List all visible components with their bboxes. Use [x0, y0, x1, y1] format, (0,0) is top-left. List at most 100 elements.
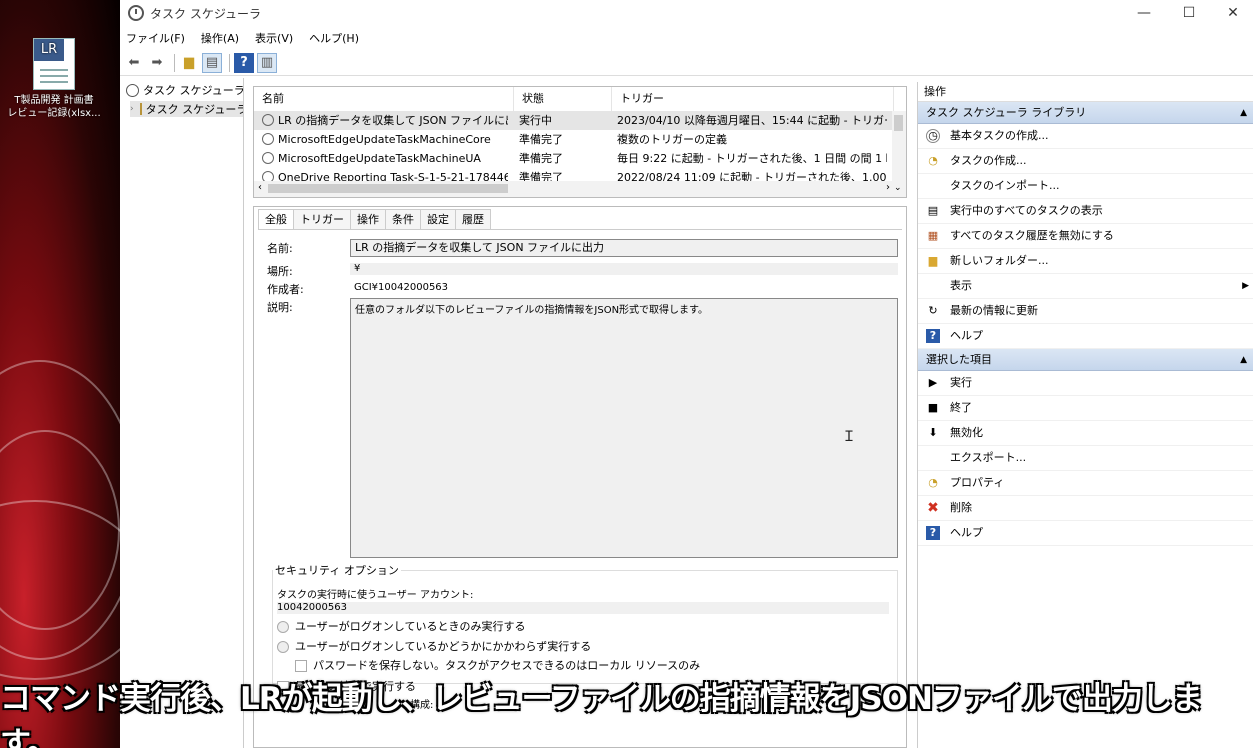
navigation-tree: タスク スケジューラ (ロ › タスク スケジューラ: [120, 78, 244, 748]
table-row[interactable]: MicrosoftEdgeUpdateTaskMachineCore 準備完了 …: [254, 130, 894, 149]
action-refresh[interactable]: ↻ 最新の情報に更新: [918, 299, 1253, 324]
action-new-folder[interactable]: ▆ 新しいフォルダー...: [918, 249, 1253, 274]
vertical-scrollbar[interactable]: ⌄: [892, 111, 906, 197]
task-detail-panel: 全般 トリガー 操作 条件 設定 履歴 名前: LR の指摘データを収集して J…: [253, 206, 907, 748]
tab-settings[interactable]: 設定: [420, 209, 456, 229]
action-label: 基本タスクの作成...: [950, 129, 1049, 142]
task-name: OneDrive Reporting Task-S-1-5-21-178446.…: [278, 171, 508, 182]
radio-button[interactable]: [277, 621, 289, 633]
action-help-selected[interactable]: ? ヘルプ: [918, 521, 1253, 546]
radio-button[interactable]: [277, 641, 289, 653]
stop-icon: ■: [927, 401, 939, 414]
action-view[interactable]: 表示 ▶: [918, 274, 1253, 299]
task-trigger: 複数のトリガーの定義: [617, 133, 727, 146]
actions-title: 操作: [918, 82, 1253, 102]
menu-file[interactable]: ファイル(F): [126, 30, 185, 46]
chevron-left-icon[interactable]: ‹: [258, 182, 262, 193]
text-cursor-icon: Ｉ: [842, 429, 856, 445]
horizontal-scrollbar[interactable]: ‹ ›: [254, 181, 894, 197]
desktop-file-icon[interactable]: LR T製品開発 計画書 レビュー記録(xlsx...: [4, 38, 104, 120]
tab-history[interactable]: 履歴: [455, 209, 491, 229]
maximize-button[interactable]: ☐: [1166, 0, 1212, 26]
forward-arrow-icon[interactable]: ➡: [147, 53, 167, 73]
action-export[interactable]: エクスポート...: [918, 446, 1253, 471]
action-disable[interactable]: ⬇ 無効化: [918, 421, 1253, 446]
table-row[interactable]: OneDrive Reporting Task-S-1-5-21-178446.…: [254, 168, 894, 182]
action-show-running-tasks[interactable]: ▤ 実行中のすべてのタスクの表示: [918, 199, 1253, 224]
delete-x-icon: ✖: [927, 500, 939, 516]
show-hide-action-pane-icon[interactable]: ▥: [257, 52, 277, 73]
task-name: MicrosoftEdgeUpdateTaskMachineUA: [278, 152, 481, 165]
action-import-task[interactable]: タスクのインポート...: [918, 174, 1253, 199]
radio-logon-any[interactable]: ユーザーがログオンしているかどうかにかかわらず実行する: [277, 638, 591, 654]
column-header-trigger[interactable]: トリガー: [612, 87, 894, 111]
back-arrow-icon[interactable]: ⬅: [124, 53, 144, 73]
minimize-button[interactable]: —: [1121, 0, 1167, 26]
radio-logon-only-label: ユーザーがログオンしているときのみ実行する: [295, 620, 526, 633]
task-trigger: 2022/08/24 11:09 に起動 - トリガーされた後、1.00:00:…: [617, 171, 887, 182]
down-arrow-icon: ⬇: [928, 426, 938, 439]
name-field[interactable]: LR の指摘データを収集して JSON ファイルに出力: [350, 239, 898, 257]
column-header-name[interactable]: 名前: [254, 87, 514, 111]
help-icon: ?: [926, 526, 940, 540]
task-clock-icon: [262, 114, 274, 126]
scroll-thumb[interactable]: [894, 115, 903, 131]
author-label: 作成者:: [267, 283, 304, 296]
library-section-header[interactable]: タスク スケジューラ ライブラリ ▲: [918, 102, 1253, 124]
title-bar[interactable]: タスク スケジューラ — ☐ ✕: [120, 0, 1253, 26]
action-label: 実行中のすべてのタスクの表示: [950, 204, 1103, 217]
tree-library-item[interactable]: › タスク スケジューラ: [130, 101, 243, 117]
selected-item-section-header[interactable]: 選択した項目 ▲: [918, 349, 1253, 371]
tab-triggers[interactable]: トリガー: [293, 209, 351, 229]
action-end[interactable]: ■ 終了: [918, 396, 1253, 421]
task-status: 実行中: [519, 114, 552, 127]
column-header-status[interactable]: 状態: [514, 87, 612, 111]
checkbox[interactable]: [295, 660, 307, 672]
lr-file-icon: LR: [33, 38, 75, 90]
description-field[interactable]: 任意のフォルダ以下のレビューファイルの指摘情報をJSON形式で取得します。: [350, 298, 898, 558]
action-properties[interactable]: ◔ プロパティ: [918, 471, 1253, 496]
lr-badge: LR: [34, 39, 64, 61]
menu-action[interactable]: 操作(A): [201, 30, 239, 46]
action-delete[interactable]: ✖ 削除: [918, 496, 1253, 521]
task-trigger: 2023/04/10 以降毎週月曜日、15:44 に起動 - トリガーの: [617, 114, 887, 127]
menu-view[interactable]: 表示(V): [255, 30, 293, 46]
action-label: 終了: [950, 401, 972, 414]
video-caption: コマンド実行後、LRが起動し、レビューファイルの指摘情報をJSONファイルで出力…: [0, 681, 1203, 748]
checkbox-no-password[interactable]: パスワードを保存しない。タスクがアクセスできるのはローカル リソースのみ: [295, 657, 700, 673]
show-hide-tree-icon[interactable]: ▤: [202, 52, 222, 73]
chevron-right-icon[interactable]: ›: [130, 104, 134, 114]
collapse-arrow-icon[interactable]: ▲: [1240, 349, 1247, 371]
clock-icon: [126, 83, 139, 97]
tree-root-item[interactable]: タスク スケジューラ (ロ: [126, 82, 243, 98]
menu-help[interactable]: ヘルプ(H): [309, 30, 359, 46]
tab-actions[interactable]: 操作: [350, 209, 386, 229]
table-row[interactable]: LR の指摘データを収集して JSON ファイルに出力 実行中 2023/04/…: [254, 111, 894, 130]
action-create-task[interactable]: ◔ タスクの作成...: [918, 149, 1253, 174]
clock-icon: [128, 5, 144, 21]
close-button[interactable]: ✕: [1210, 0, 1253, 26]
action-run[interactable]: ▶ 実行: [918, 371, 1253, 396]
submenu-arrow-icon: ▶: [1242, 281, 1249, 291]
action-disable-history[interactable]: ▦ すべてのタスク履歴を無効にする: [918, 224, 1253, 249]
collapse-arrow-icon[interactable]: ▲: [1240, 102, 1247, 124]
task-trigger: 毎日 9:22 に起動 - トリガーされた後、1 日間 の間 1 時間: [617, 152, 887, 165]
help-icon: ?: [926, 329, 940, 343]
help-icon[interactable]: ?: [234, 52, 254, 73]
chevron-down-icon[interactable]: ⌄: [894, 183, 902, 193]
table-row[interactable]: MicrosoftEdgeUpdateTaskMachineUA 準備完了 毎日…: [254, 149, 894, 168]
radio-logon-any-label: ユーザーがログオンしているかどうかにかかわらず実行する: [295, 640, 592, 653]
task-clock-icon: [262, 152, 274, 164]
basic-task-icon: ◷: [926, 129, 940, 143]
radio-logon-only[interactable]: ユーザーがログオンしているときのみ実行する: [277, 618, 525, 634]
folder-up-icon[interactable]: ▆: [179, 53, 199, 73]
chevron-right-icon[interactable]: ›: [886, 182, 890, 193]
tab-conditions[interactable]: 条件: [385, 209, 421, 229]
scroll-thumb[interactable]: [268, 184, 508, 193]
selected-item-section-label: 選択した項目: [926, 353, 992, 366]
action-create-basic-task[interactable]: ◷ 基本タスクの作成...: [918, 124, 1253, 149]
action-label: 無効化: [950, 426, 983, 439]
tab-general[interactable]: 全般: [258, 209, 294, 230]
action-help[interactable]: ? ヘルプ: [918, 324, 1253, 349]
location-label: 場所:: [267, 265, 293, 278]
